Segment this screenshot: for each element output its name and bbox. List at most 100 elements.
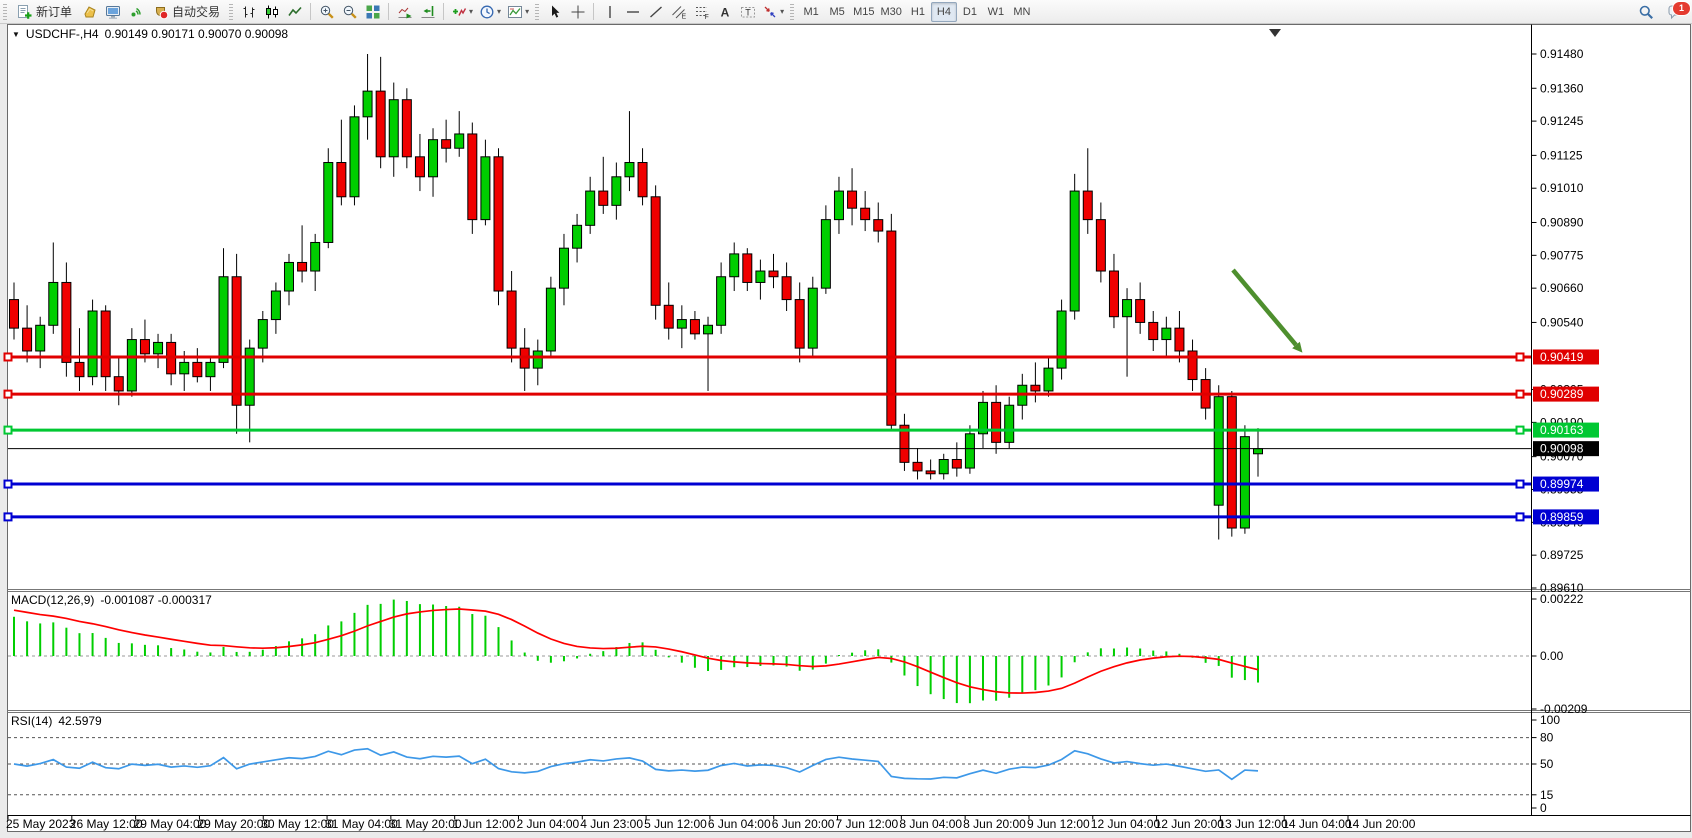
bar-chart-button[interactable] [237,2,260,22]
signals-button[interactable] [124,2,147,22]
candle-up [284,262,293,291]
templates-icon [507,4,523,20]
candle-up [533,351,542,368]
line-handle[interactable] [1517,481,1524,488]
candle-up [939,459,948,473]
candle-up [1123,300,1132,317]
candle-down [664,305,673,328]
timeframe-d1[interactable]: D1 [957,2,983,22]
crosshair-button[interactable] [566,2,589,22]
timeframe-mn[interactable]: MN [1009,2,1035,22]
cursor-button[interactable] [543,2,566,22]
horizontal-line-button[interactable] [621,2,644,22]
search-button[interactable] [1634,2,1657,22]
timeframe-h1[interactable]: H1 [905,2,931,22]
time-tick-label: 9 Jun 12:00 [1027,817,1090,831]
zoom-in-button[interactable] [315,2,338,22]
vertical-line-icon [602,4,618,20]
text-button[interactable]: A [713,2,736,22]
new-order-button[interactable]: 新订单 [11,2,78,22]
text-label-button[interactable]: T [736,2,759,22]
terminal-button[interactable] [101,2,124,22]
chart-ohlc-values: 0.90149 0.90171 0.90070 0.90098 [105,27,289,41]
time-tick-label: 2 Jun 04:00 [516,817,579,831]
candle-down [874,220,883,231]
candle-up [834,191,843,220]
candle-down [442,140,451,149]
toolbar-separator [593,3,594,20]
metaeditor-button[interactable] [78,2,101,22]
line-handle[interactable] [1517,427,1524,434]
trendline-icon [648,4,664,20]
time-tick-label: 5 Jun 12:00 [644,817,707,831]
chevron-down-icon[interactable]: ▾ [525,7,529,16]
candle-down [376,91,385,157]
horizontal-line-icon [625,4,641,20]
time-tick-label: 4 Jun 23:00 [580,817,643,831]
chevron-down-icon[interactable]: ▾ [497,7,501,16]
line-handle[interactable] [1517,391,1524,398]
indicators-button[interactable]: ▾ [448,2,476,22]
timeframe-m30-label: M30 [881,6,902,18]
line-handle[interactable] [1517,353,1524,360]
indicators-icon [451,4,467,20]
candle-up [311,242,320,271]
vertical-line-button[interactable] [598,2,621,22]
cursor-icon [547,4,563,20]
line-handle[interactable] [5,391,12,398]
trendline-button[interactable] [644,2,667,22]
chart-shift-button[interactable] [416,2,439,22]
main-toolbar: 新订单 自动交易 ▾ ▾ ▾ EFAT ▾ M1M5M15 M30H1H4D1W1MN 1 [0,0,1692,24]
timeframe-m15[interactable]: M15 [850,2,877,22]
candle-up [88,311,97,377]
line-handle[interactable] [5,481,12,488]
candle-down [507,291,516,348]
autotrading-button[interactable]: 自动交易 [147,2,226,22]
line-chart-button[interactable] [283,2,306,22]
tile-windows-button[interactable] [361,2,384,22]
line-handle[interactable] [1517,513,1524,520]
time-tick-label: 29 May 04:00 [134,817,207,831]
line-handle[interactable] [5,427,12,434]
arrows-button[interactable]: ▾ [759,2,787,22]
rsi-tick-label: 80 [1540,731,1554,745]
timeframe-h4[interactable]: H4 [931,2,957,22]
candle-down [926,471,935,474]
title-dropdown-arrow[interactable]: ▼ [12,30,20,39]
rsi-tick-label: 0 [1540,801,1547,815]
price-tag-label: 0.90419 [1540,350,1584,364]
channel-button[interactable]: E [667,2,690,22]
timeframe-m5[interactable]: M5 [824,2,850,22]
periods-button[interactable]: ▾ [476,2,504,22]
new-order-icon [17,4,33,20]
candle-up [1214,397,1223,506]
chart-window: 0.914800.913600.912450.911250.910100.908… [0,23,1692,838]
toolbar-grip [535,4,539,20]
candle-up [154,342,163,353]
toolbar-separator [310,3,311,20]
templates-button[interactable]: ▾ [504,2,532,22]
candle-down [992,402,1001,442]
price-tick-label: 0.91480 [1540,47,1584,61]
candle-down [1083,191,1092,220]
chart-canvas: 0.914800.913600.912450.911250.910100.908… [0,23,1692,838]
chat-button[interactable]: 1 [1663,2,1686,22]
timeframe-m30[interactable]: M30 [878,2,905,22]
candle-up [625,163,634,177]
zoom-out-button[interactable] [338,2,361,22]
price-tag-label: 0.90098 [1540,442,1584,456]
signals-icon [128,4,144,20]
timeframe-m1[interactable]: M1 [798,2,824,22]
timeframe-w1[interactable]: W1 [983,2,1009,22]
chevron-down-icon[interactable]: ▾ [469,7,473,16]
candle-up [219,277,228,363]
line-handle[interactable] [5,353,12,360]
fibonacci-button[interactable]: F [690,2,713,22]
fibonacci-icon: F [694,4,710,20]
candlestick-chart-button[interactable] [260,2,283,22]
line-handle[interactable] [5,513,12,520]
auto-scroll-button[interactable] [393,2,416,22]
price-tick-label: 0.91360 [1540,81,1584,95]
chevron-down-icon[interactable]: ▾ [780,7,784,16]
toolbar-separator [388,3,389,20]
